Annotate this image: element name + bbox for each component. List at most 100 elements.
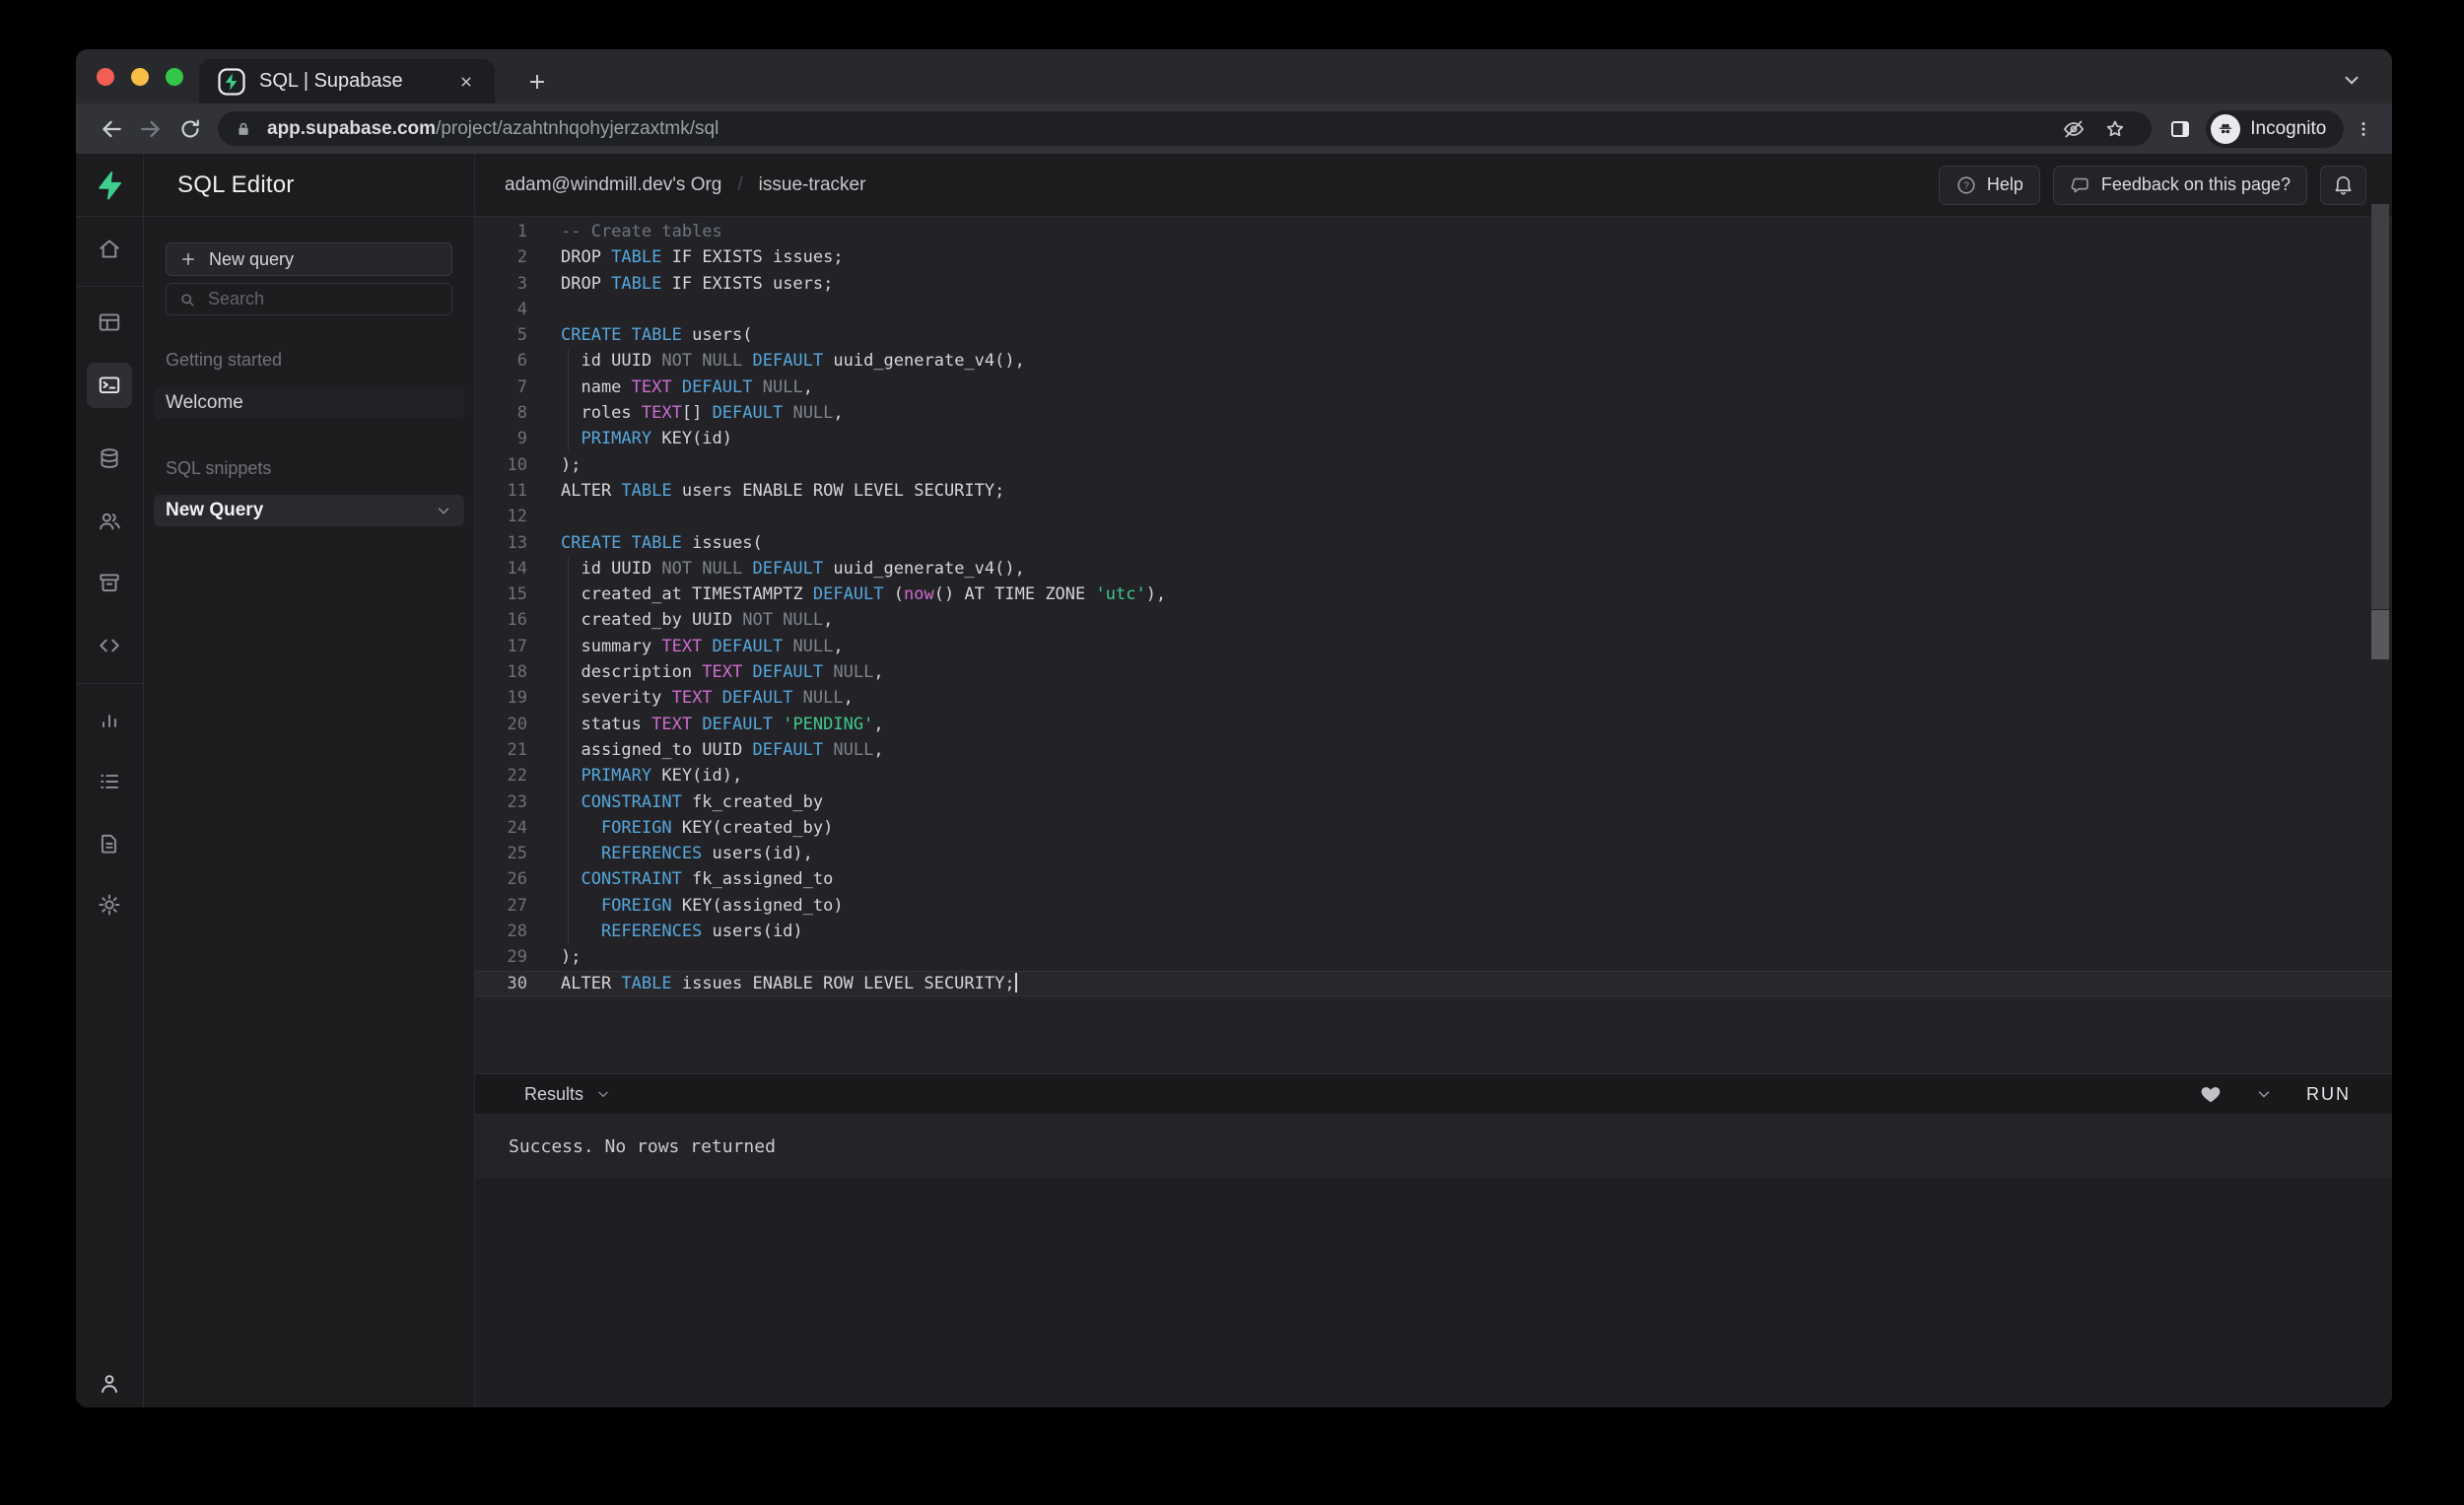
tab-search-chevron-icon[interactable] bbox=[2339, 67, 2364, 93]
breadcrumb: adam@windmill.dev's Org / issue-tracker bbox=[505, 174, 865, 196]
code-line-14[interactable]: 14 id UUID NOT NULL DEFAULT uuid_generat… bbox=[475, 556, 2392, 581]
feedback-button[interactable]: Feedback on this page? bbox=[2053, 166, 2307, 205]
url-host: app.supabase.com bbox=[267, 118, 436, 139]
help-button[interactable]: ? Help bbox=[1939, 166, 2040, 205]
search-input[interactable] bbox=[208, 289, 440, 309]
text-cursor bbox=[1015, 973, 1017, 992]
snippets-sidebar: New query Getting started Welcome SQL sn… bbox=[144, 217, 475, 1407]
browser-window: SQL | Supabase bbox=[76, 49, 2392, 1407]
code-line-3[interactable]: 3DROP TABLE IF EXISTS users; bbox=[475, 271, 2392, 297]
sidebar-item-new-query[interactable]: New Query bbox=[154, 495, 464, 526]
results-body: Success. No rows returned bbox=[475, 1115, 2392, 1407]
incognito-profile-chip[interactable]: Incognito bbox=[2206, 110, 2344, 148]
chevron-down-icon[interactable] bbox=[435, 502, 452, 519]
supabase-logo[interactable] bbox=[76, 154, 144, 216]
page-scrollbar-thumb[interactable] bbox=[2371, 204, 2389, 609]
new-query-button[interactable]: New query bbox=[166, 242, 452, 276]
account-icon[interactable] bbox=[87, 1361, 132, 1406]
code-line-25[interactable]: 25 REFERENCES users(id), bbox=[475, 841, 2392, 866]
code-line-24[interactable]: 24 FOREIGN KEY(created_by) bbox=[475, 815, 2392, 841]
code-line-2[interactable]: 2DROP TABLE IF EXISTS issues; bbox=[475, 244, 2392, 270]
code-lines: 1-- Create tables2DROP TABLE IF EXISTS i… bbox=[475, 219, 2392, 996]
url-bar[interactable]: app.supabase.com/project/azahtnhqohyjerz… bbox=[218, 111, 2152, 146]
code-editor[interactable]: 1-- Create tables2DROP TABLE IF EXISTS i… bbox=[475, 217, 2392, 1073]
results-label: Results bbox=[524, 1084, 583, 1105]
code-line-29[interactable]: 29); bbox=[475, 944, 2392, 970]
favorite-heart-icon[interactable] bbox=[2200, 1083, 2222, 1105]
chevron-down-icon bbox=[595, 1086, 611, 1102]
page-title-cell: SQL Editor bbox=[144, 154, 475, 216]
code-line-21[interactable]: 21 assigned_to UUID DEFAULT NULL, bbox=[475, 737, 2392, 763]
window-close-button[interactable] bbox=[97, 68, 114, 86]
code-line-26[interactable]: 26 CONSTRAINT fk_assigned_to bbox=[475, 866, 2392, 892]
notifications-button[interactable] bbox=[2320, 166, 2366, 205]
bell-icon bbox=[2332, 173, 2355, 196]
code-line-11[interactable]: 11ALTER TABLE users ENABLE ROW LEVEL SEC… bbox=[475, 478, 2392, 504]
results-message: Success. No rows returned bbox=[509, 1136, 776, 1157]
code-line-13[interactable]: 13CREATE TABLE issues( bbox=[475, 530, 2392, 556]
table-editor-icon[interactable] bbox=[87, 300, 132, 345]
forward-button[interactable] bbox=[131, 109, 171, 149]
code-line-28[interactable]: 28 REFERENCES users(id) bbox=[475, 919, 2392, 944]
code-line-23[interactable]: 23 CONSTRAINT fk_created_by bbox=[475, 789, 2392, 815]
code-line-7[interactable]: 7 name TEXT DEFAULT NULL, bbox=[475, 375, 2392, 400]
sql-editor-icon[interactable] bbox=[87, 363, 132, 408]
code-line-10[interactable]: 10); bbox=[475, 452, 2392, 478]
code-line-5[interactable]: 5CREATE TABLE users( bbox=[475, 322, 2392, 348]
rail-divider bbox=[76, 286, 144, 287]
window-minimize-button[interactable] bbox=[131, 68, 149, 86]
code-line-4[interactable]: 4 bbox=[475, 297, 2392, 322]
reports-icon[interactable] bbox=[87, 698, 132, 743]
back-button[interactable] bbox=[92, 109, 131, 149]
code-line-18[interactable]: 18 description TEXT DEFAULT NULL, bbox=[475, 659, 2392, 685]
results-dropdown[interactable]: Results bbox=[524, 1084, 611, 1105]
rail-divider bbox=[76, 683, 144, 684]
storage-icon[interactable] bbox=[87, 560, 132, 605]
nav-rail bbox=[76, 217, 144, 1407]
sidebar-item-welcome[interactable]: Welcome bbox=[154, 387, 464, 419]
api-code-icon[interactable] bbox=[87, 623, 132, 668]
eye-off-icon[interactable] bbox=[2053, 112, 2094, 146]
editor-scrollbar-thumb[interactable] bbox=[2371, 610, 2389, 659]
browser-toolbar: app.supabase.com/project/azahtnhqohyjerz… bbox=[76, 103, 2392, 154]
code-line-1[interactable]: 1-- Create tables bbox=[475, 219, 2392, 244]
window-zoom-button[interactable] bbox=[166, 68, 183, 86]
code-line-20[interactable]: 20 status TEXT DEFAULT 'PENDING', bbox=[475, 712, 2392, 737]
speech-bubble-icon bbox=[2070, 174, 2091, 196]
code-line-22[interactable]: 22 PRIMARY KEY(id), bbox=[475, 763, 2392, 788]
bookmark-star-icon[interactable] bbox=[2094, 112, 2136, 146]
app-header: SQL Editor adam@windmill.dev's Org / iss… bbox=[76, 154, 2392, 217]
lock-icon bbox=[234, 119, 253, 139]
code-line-12[interactable]: 12 bbox=[475, 504, 2392, 529]
logs-icon[interactable] bbox=[87, 759, 132, 804]
database-icon[interactable] bbox=[87, 436, 132, 481]
settings-gear-icon[interactable] bbox=[87, 882, 132, 927]
browser-menu-icon[interactable] bbox=[2350, 109, 2376, 149]
code-line-30[interactable]: 30ALTER TABLE issues ENABLE ROW LEVEL SE… bbox=[475, 971, 2392, 996]
code-line-17[interactable]: 17 summary TEXT DEFAULT NULL, bbox=[475, 634, 2392, 659]
supabase-favicon-icon bbox=[217, 67, 246, 97]
breadcrumb-project[interactable]: issue-tracker bbox=[759, 174, 866, 196]
supabase-app: SQL Editor adam@windmill.dev's Org / iss… bbox=[76, 154, 2392, 1407]
code-line-16[interactable]: 16 created_by UUID NOT NULL, bbox=[475, 607, 2392, 633]
side-panel-icon[interactable] bbox=[2165, 109, 2194, 149]
breadcrumb-org[interactable]: adam@windmill.dev's Org bbox=[505, 174, 721, 196]
search-box[interactable] bbox=[166, 283, 452, 315]
browser-tab[interactable]: SQL | Supabase bbox=[199, 59, 495, 103]
reload-button[interactable] bbox=[171, 109, 210, 149]
svg-text:?: ? bbox=[1963, 180, 1969, 191]
home-icon[interactable] bbox=[87, 227, 132, 272]
code-line-8[interactable]: 8 roles TEXT[] DEFAULT NULL, bbox=[475, 400, 2392, 426]
feedback-label: Feedback on this page? bbox=[2101, 174, 2291, 195]
new-tab-button[interactable] bbox=[517, 62, 557, 102]
code-line-9[interactable]: 9 PRIMARY KEY(id) bbox=[475, 426, 2392, 451]
tab-close-icon[interactable] bbox=[451, 67, 481, 97]
code-line-27[interactable]: 27 FOREIGN KEY(assigned_to) bbox=[475, 893, 2392, 919]
run-button[interactable]: RUN bbox=[2306, 1084, 2351, 1105]
code-line-19[interactable]: 19 severity TEXT DEFAULT NULL, bbox=[475, 685, 2392, 711]
auth-users-icon[interactable] bbox=[87, 499, 132, 544]
code-line-6[interactable]: 6 id UUID NOT NULL DEFAULT uuid_generate… bbox=[475, 348, 2392, 374]
docs-icon[interactable] bbox=[87, 821, 132, 866]
code-line-15[interactable]: 15 created_at TIMESTAMPTZ DEFAULT (now()… bbox=[475, 581, 2392, 607]
run-options-chevron-icon[interactable] bbox=[2255, 1085, 2273, 1103]
